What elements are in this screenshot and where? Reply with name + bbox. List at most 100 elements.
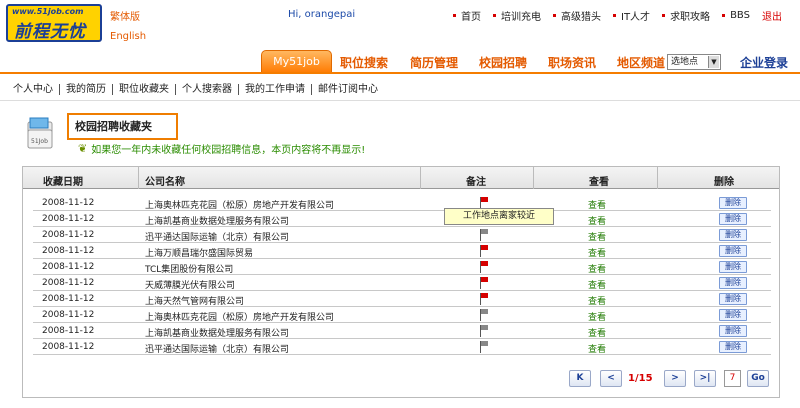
flag-icon[interactable]: [480, 293, 488, 305]
row-company[interactable]: 上海凯基商业数据处理服务有限公司: [145, 214, 289, 227]
prev-page-button[interactable]: <: [600, 370, 622, 387]
nav-campus-recruit[interactable]: 校园招聘: [479, 54, 527, 71]
table-row: 2008-11-12 上海凯基商业数据处理服务有限公司 查看 删除: [33, 323, 771, 339]
row-delete-button[interactable]: 删除: [719, 261, 747, 273]
row-date: 2008-11-12: [42, 262, 95, 272]
row-view-link[interactable]: 查看: [588, 278, 606, 291]
note-tooltip: 工作地点离家较近: [444, 208, 554, 225]
user-greeting: Hi, orangepai: [288, 9, 356, 20]
row-delete-button[interactable]: 删除: [719, 213, 747, 225]
sub-nav: 个人中心 我的简历 职位收藏夹 个人搜索器 我的工作申请 邮件订阅中心: [0, 81, 800, 98]
table-row: 2008-11-12 上海奥林匹克花园（松原）房地产开发有限公司 查看 删除: [33, 307, 771, 323]
flag-icon[interactable]: [480, 325, 488, 337]
next-page-button[interactable]: >: [664, 370, 686, 387]
subnav-personal-search[interactable]: 个人搜索器: [176, 84, 239, 95]
row-view-link[interactable]: 查看: [588, 246, 606, 259]
flag-icon[interactable]: [480, 229, 488, 241]
row-date: 2008-11-12: [42, 246, 95, 256]
english-link[interactable]: English: [110, 31, 146, 42]
table-header: 收藏日期 公司名称 备注 查看 删除: [23, 167, 779, 189]
subnav-my-applications[interactable]: 我的工作申请: [239, 84, 312, 95]
first-page-button[interactable]: K: [569, 370, 591, 387]
flag-icon[interactable]: [480, 245, 488, 257]
row-date: 2008-11-12: [42, 342, 95, 352]
flag-icon[interactable]: [480, 309, 488, 321]
row-view-link[interactable]: 查看: [588, 294, 606, 307]
row-view-link[interactable]: 查看: [588, 262, 606, 275]
top-links: 首页 培训充电 高级猎头 IT人才 求职攻略 BBS 退出: [453, 8, 794, 23]
top-link-headhunter[interactable]: 高级猎头: [553, 8, 601, 23]
col-separator: [657, 167, 658, 189]
nav-region-channel[interactable]: 地区频道: [617, 54, 665, 71]
row-company[interactable]: 上海凯基商业数据处理服务有限公司: [145, 326, 289, 339]
row-delete-button[interactable]: 删除: [719, 229, 747, 241]
row-company[interactable]: 迅平通达国际运输（北京）有限公司: [145, 230, 289, 243]
col-delete: 删除: [714, 177, 734, 188]
row-company[interactable]: 迅平通达国际运输（北京）有限公司: [145, 342, 289, 355]
top-link-home[interactable]: 首页: [453, 8, 481, 23]
enterprise-login-link[interactable]: 企业登录: [740, 54, 788, 71]
row-delete-button[interactable]: 删除: [719, 277, 747, 289]
go-page-button[interactable]: Go: [747, 370, 769, 387]
row-delete-button[interactable]: 删除: [719, 245, 747, 257]
row-delete-button[interactable]: 删除: [719, 341, 747, 353]
last-page-button[interactable]: >|: [694, 370, 716, 387]
bullet-icon: [453, 14, 456, 17]
tab-my51job[interactable]: My51job: [261, 50, 332, 72]
row-company[interactable]: 上海天然气管网有限公司: [145, 294, 244, 307]
location-select[interactable]: 选地点 ▼: [667, 54, 721, 70]
subnav-my-resume[interactable]: 我的简历: [60, 84, 113, 95]
location-select-value: 选地点: [671, 57, 699, 67]
row-delete-button[interactable]: 删除: [719, 197, 747, 209]
table-row: 2008-11-12 上海天然气管网有限公司 查看 删除: [33, 291, 771, 307]
dropdown-arrow-icon: ▼: [708, 56, 719, 68]
row-view-link[interactable]: 查看: [588, 230, 606, 243]
row-company[interactable]: TCL集团股份有限公司: [145, 262, 233, 275]
subnav-divider: [0, 100, 800, 101]
row-date: 2008-11-12: [42, 198, 95, 208]
row-view-link[interactable]: 查看: [588, 198, 606, 211]
flag-icon[interactable]: [480, 277, 488, 289]
row-view-link[interactable]: 查看: [588, 342, 606, 355]
row-view-link[interactable]: 查看: [588, 326, 606, 339]
row-delete-button[interactable]: 删除: [719, 293, 747, 305]
table-row: 2008-11-12 迅平通达国际运输（北京）有限公司 查看 删除: [33, 339, 771, 355]
subnav-mail-subscribe[interactable]: 邮件订阅中心: [312, 84, 384, 95]
row-company[interactable]: 上海万顺昌瑞尔盛国际贸易: [145, 246, 253, 259]
flag-icon[interactable]: [480, 261, 488, 273]
row-date: 2008-11-12: [42, 230, 95, 240]
logo-brand: 前程无忧: [14, 22, 86, 42]
row-company[interactable]: 上海奥林匹克花园（松原）房地产开发有限公司: [145, 198, 334, 211]
top-link-bbs[interactable]: BBS: [722, 10, 750, 21]
site-logo[interactable]: www.51job.com 前程无忧: [6, 4, 102, 42]
top-link-it-talent[interactable]: IT人才: [613, 8, 650, 23]
traditional-chinese-link[interactable]: 繁体版: [110, 8, 140, 23]
row-delete-button[interactable]: 删除: [719, 309, 747, 321]
nav-job-search[interactable]: 职位搜索: [340, 54, 388, 71]
row-view-link[interactable]: 查看: [588, 310, 606, 323]
bullet-icon: [613, 14, 616, 17]
notice-text: 如果您一年内未收藏任何校园招聘信息，本页内容将不再显示!: [91, 145, 366, 156]
row-date: 2008-11-12: [42, 214, 95, 224]
nav-resume-manage[interactable]: 简历管理: [410, 54, 458, 71]
row-delete-button[interactable]: 删除: [719, 325, 747, 337]
table-row: 2008-11-12 上海万顺昌瑞尔盛国际贸易 查看 删除: [33, 243, 771, 259]
row-view-link[interactable]: 查看: [588, 214, 606, 227]
logout-link[interactable]: 退出: [762, 8, 782, 23]
bullet-icon: [722, 14, 726, 17]
row-date: 2008-11-12: [42, 294, 95, 304]
col-view: 查看: [589, 177, 609, 188]
top-link-training[interactable]: 培训充电: [493, 8, 541, 23]
page-number-input[interactable]: 7: [724, 370, 741, 387]
bullet-icon: [553, 14, 556, 17]
subnav-job-favorites[interactable]: 职位收藏夹: [113, 84, 176, 95]
nav-career-news[interactable]: 职场资讯: [548, 54, 596, 71]
table-row: 2008-11-12 上海凯基商业数据处理服务有限公司 查看 删除: [33, 211, 771, 227]
page-notice: ❦ 如果您一年内未收藏任何校园招聘信息，本页内容将不再显示!: [78, 141, 365, 156]
row-company[interactable]: 天威薄膜光伏有限公司: [145, 278, 235, 291]
page-indicator: 1/15: [628, 373, 653, 384]
row-company[interactable]: 上海奥林匹克花园（松原）房地产开发有限公司: [145, 310, 334, 323]
flag-icon[interactable]: [480, 341, 488, 353]
top-link-job-tips[interactable]: 求职攻略: [662, 8, 710, 23]
subnav-personal-center[interactable]: 个人中心: [0, 84, 60, 95]
